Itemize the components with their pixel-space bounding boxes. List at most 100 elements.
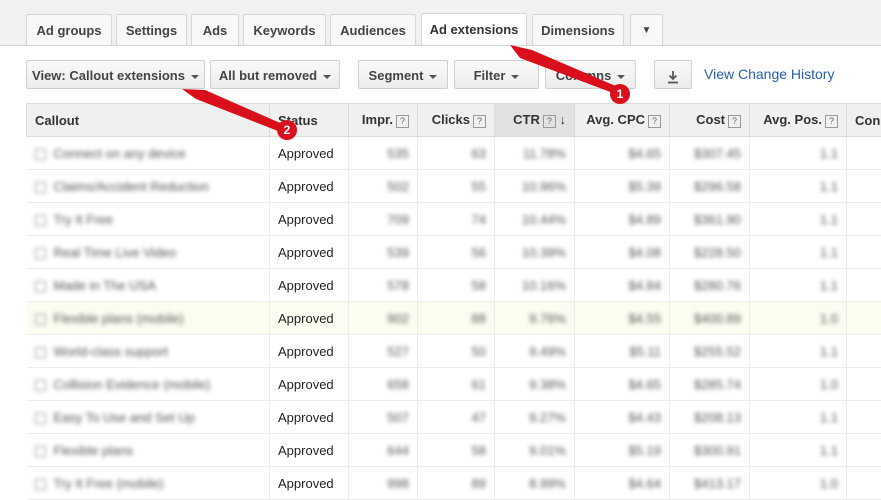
- status-cell-value: Approved: [278, 344, 334, 359]
- callout-cell-value[interactable]: World-class support: [54, 344, 169, 359]
- help-icon[interactable]: ?: [648, 115, 661, 128]
- column-header-ctr[interactable]: CTR? ↓: [495, 104, 575, 137]
- ctr-cell-value: 8.99%: [529, 476, 566, 491]
- callout-cell-value[interactable]: Easy To Use and Set Up: [54, 410, 195, 425]
- clicks-cell: 58: [418, 434, 495, 467]
- view-dropdown[interactable]: View: Callout extensions: [26, 60, 205, 89]
- tab-ads[interactable]: Ads: [191, 14, 239, 45]
- callout-cell-value[interactable]: Real Time Live Video: [54, 245, 177, 260]
- column-header-avg-pos[interactable]: Avg. Pos.?: [750, 104, 847, 137]
- segment-dropdown[interactable]: Segment: [358, 60, 448, 89]
- ctr-cell: 9.01%: [495, 434, 575, 467]
- row-checkbox[interactable]: [35, 182, 46, 193]
- row-checkbox[interactable]: [35, 149, 46, 160]
- table-row: Flexible plans (mobile)Approved902889.76…: [27, 302, 881, 335]
- callout-cell-value[interactable]: Flexible plans (mobile): [54, 311, 184, 326]
- conversions-cell: [847, 401, 881, 434]
- column-header-impr[interactable]: Impr.?: [349, 104, 418, 137]
- avg-cpc-cell-value: $4.55: [628, 311, 661, 326]
- ctr-cell: 9.49%: [495, 335, 575, 368]
- status-cell: Approved: [270, 137, 349, 170]
- avg-pos-cell: 1.1: [750, 269, 847, 302]
- column-header-avg-cpc[interactable]: Avg. CPC?: [575, 104, 670, 137]
- callout-cell: Made in The USA: [27, 269, 270, 302]
- columns-label: Columns: [556, 68, 612, 83]
- avg-cpc-cell-value: $4.65: [628, 146, 661, 161]
- tabs-more-chevron-down-icon[interactable]: ▼: [630, 14, 663, 45]
- clicks-cell: 63: [418, 137, 495, 170]
- help-icon[interactable]: ?: [473, 115, 486, 128]
- avg-cpc-cell-value: $5.11: [629, 344, 661, 359]
- avg-cpc-cell-value: $4.84: [628, 278, 661, 293]
- row-checkbox[interactable]: [35, 248, 46, 259]
- conversions-cell: [847, 203, 881, 236]
- avg-pos-cell-value: 1.1: [820, 179, 838, 194]
- chevron-down-icon: [323, 75, 331, 79]
- view-change-history-link[interactable]: View Change History: [704, 66, 834, 82]
- tab-ad-groups[interactable]: Ad groups: [26, 14, 112, 45]
- row-checkbox[interactable]: [35, 380, 46, 391]
- help-icon[interactable]: ?: [728, 115, 741, 128]
- chevron-down-icon: [191, 75, 199, 79]
- avg-cpc-cell-value: $5.19: [628, 443, 661, 458]
- status-cell-value: Approved: [278, 410, 334, 425]
- row-checkbox[interactable]: [35, 347, 46, 358]
- cost-cell: $361.90: [670, 203, 750, 236]
- clicks-cell: 61: [418, 368, 495, 401]
- help-icon[interactable]: ?: [396, 115, 409, 128]
- callout-cell-value[interactable]: Connect on any device: [54, 146, 186, 161]
- callout-cell-value[interactable]: Claims/Accident Reduction: [54, 179, 209, 194]
- status-cell-value: Approved: [278, 245, 334, 260]
- tab-dimensions[interactable]: Dimensions: [532, 14, 624, 45]
- row-checkbox[interactable]: [35, 446, 46, 457]
- cost-cell-value: $228.50: [694, 245, 741, 260]
- column-header-cost[interactable]: Cost?: [670, 104, 750, 137]
- ctr-cell: 10.16%: [495, 269, 575, 302]
- avg-pos-cell: 1.1: [750, 236, 847, 269]
- column-header-callout[interactable]: Callout: [27, 104, 270, 137]
- impr-cell-value: 644: [387, 443, 409, 458]
- impr-cell: 535: [349, 137, 418, 170]
- callout-cell-value[interactable]: Flexible plans: [54, 443, 134, 458]
- row-checkbox[interactable]: [35, 479, 46, 490]
- impr-cell: 709: [349, 203, 418, 236]
- status-cell-value: Approved: [278, 278, 334, 293]
- impr-cell-value: 709: [387, 212, 409, 227]
- callout-cell-value[interactable]: Try It Free: [54, 212, 113, 227]
- tab-keywords[interactable]: Keywords: [243, 14, 326, 45]
- avg-pos-cell-value: 1.1: [820, 278, 838, 293]
- column-header-conversions[interactable]: Con: [847, 104, 881, 137]
- status-cell: Approved: [270, 170, 349, 203]
- status-cell-value: Approved: [278, 146, 334, 161]
- help-icon[interactable]: ?: [825, 115, 838, 128]
- ctr-cell: 10.39%: [495, 236, 575, 269]
- status-filter-label: All but removed: [219, 68, 317, 83]
- column-header-clicks[interactable]: Clicks?: [418, 104, 495, 137]
- column-header-label: CTR: [513, 112, 540, 127]
- callout-cell-value[interactable]: Made in The USA: [54, 278, 156, 293]
- row-checkbox[interactable]: [35, 413, 46, 424]
- callout-cell: Connect on any device: [27, 137, 270, 170]
- column-header-label: Con: [855, 113, 880, 128]
- row-checkbox[interactable]: [35, 314, 46, 325]
- row-checkbox[interactable]: [35, 281, 46, 292]
- help-icon[interactable]: ?: [543, 115, 556, 128]
- callout-cell: Easy To Use and Set Up: [27, 401, 270, 434]
- ctr-cell-value: 11.78%: [523, 146, 566, 161]
- cost-cell: $300.91: [670, 434, 750, 467]
- conversions-cell: [847, 335, 881, 368]
- tab-ad-extensions[interactable]: Ad extensions: [421, 13, 527, 46]
- status-cell-value: Approved: [278, 179, 334, 194]
- cost-cell: $296.58: [670, 170, 750, 203]
- avg-pos-cell-value: 1.1: [820, 410, 838, 425]
- callout-cell-value[interactable]: Try It Free (mobile): [54, 476, 164, 491]
- filter-dropdown[interactable]: Filter: [454, 60, 539, 89]
- impr-cell-value: 502: [387, 179, 409, 194]
- row-checkbox[interactable]: [35, 215, 46, 226]
- callout-cell-value[interactable]: Collision Evidence (mobile): [54, 377, 211, 392]
- tab-audiences[interactable]: Audiences: [330, 14, 416, 45]
- tab-settings[interactable]: Settings: [116, 14, 187, 45]
- status-filter-dropdown[interactable]: All but removed: [210, 60, 340, 89]
- download-button[interactable]: [654, 60, 692, 89]
- avg-cpc-cell-value: $5.39: [628, 179, 661, 194]
